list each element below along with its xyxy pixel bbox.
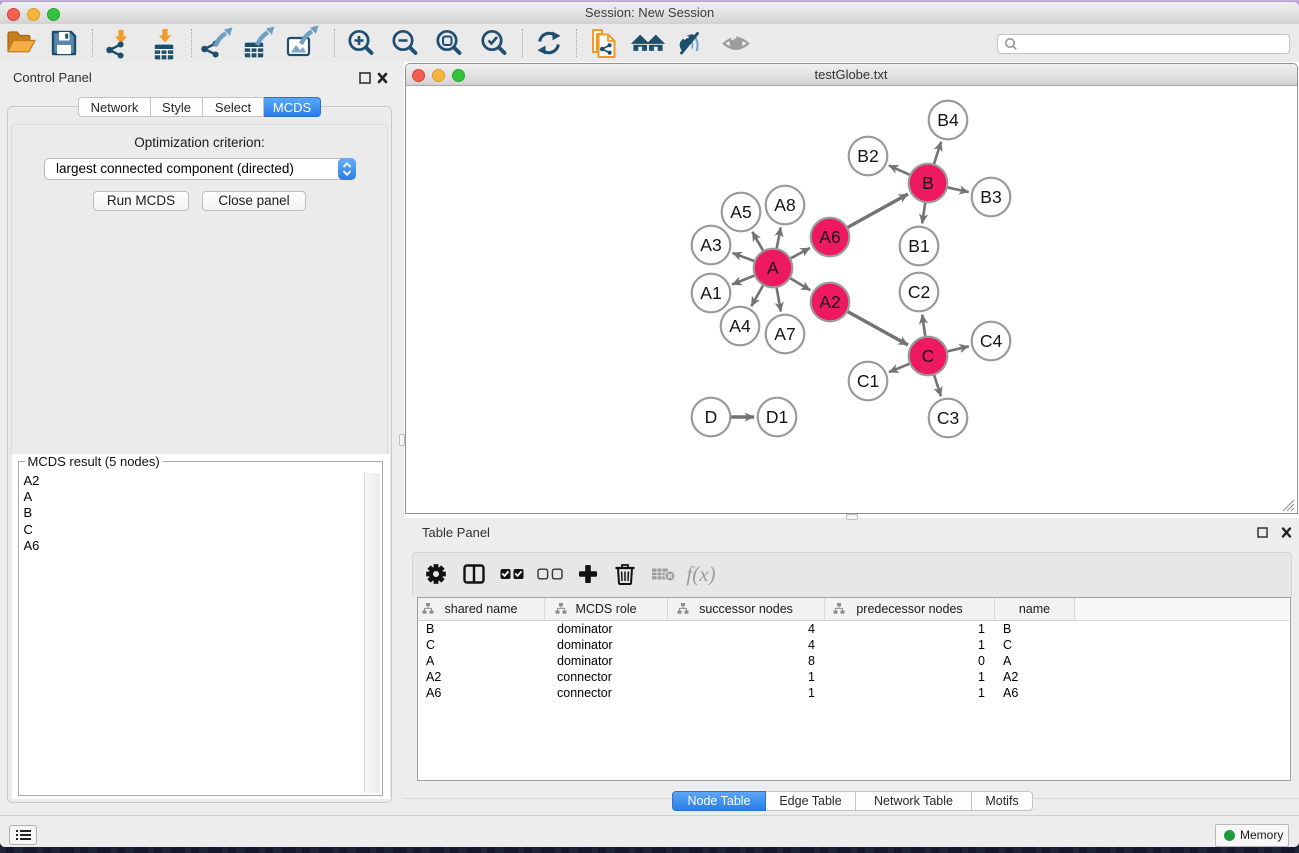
svg-text:C: C xyxy=(921,346,934,366)
svg-text:A2: A2 xyxy=(819,292,840,312)
svg-text:B: B xyxy=(922,173,934,193)
svg-text:B1: B1 xyxy=(908,236,929,256)
svg-text:A1: A1 xyxy=(700,283,721,303)
svg-text:B2: B2 xyxy=(857,146,878,166)
svg-text:D: D xyxy=(704,407,717,427)
svg-text:A6: A6 xyxy=(819,227,840,247)
svg-text:A4: A4 xyxy=(729,316,751,336)
svg-text:C3: C3 xyxy=(936,408,958,428)
svg-text:A: A xyxy=(767,258,779,278)
svg-text:A3: A3 xyxy=(700,235,721,255)
svg-text:B4: B4 xyxy=(937,110,959,130)
svg-text:B3: B3 xyxy=(980,187,1001,207)
svg-text:C1: C1 xyxy=(856,371,878,391)
svg-text:f(x): f(x) xyxy=(686,562,715,586)
svg-text:A8: A8 xyxy=(774,195,795,215)
svg-text:C2: C2 xyxy=(907,282,929,302)
svg-text:A7: A7 xyxy=(774,324,795,344)
svg-text:A5: A5 xyxy=(730,202,751,222)
svg-text:C4: C4 xyxy=(979,331,1002,351)
svg-text:D1: D1 xyxy=(765,407,787,427)
